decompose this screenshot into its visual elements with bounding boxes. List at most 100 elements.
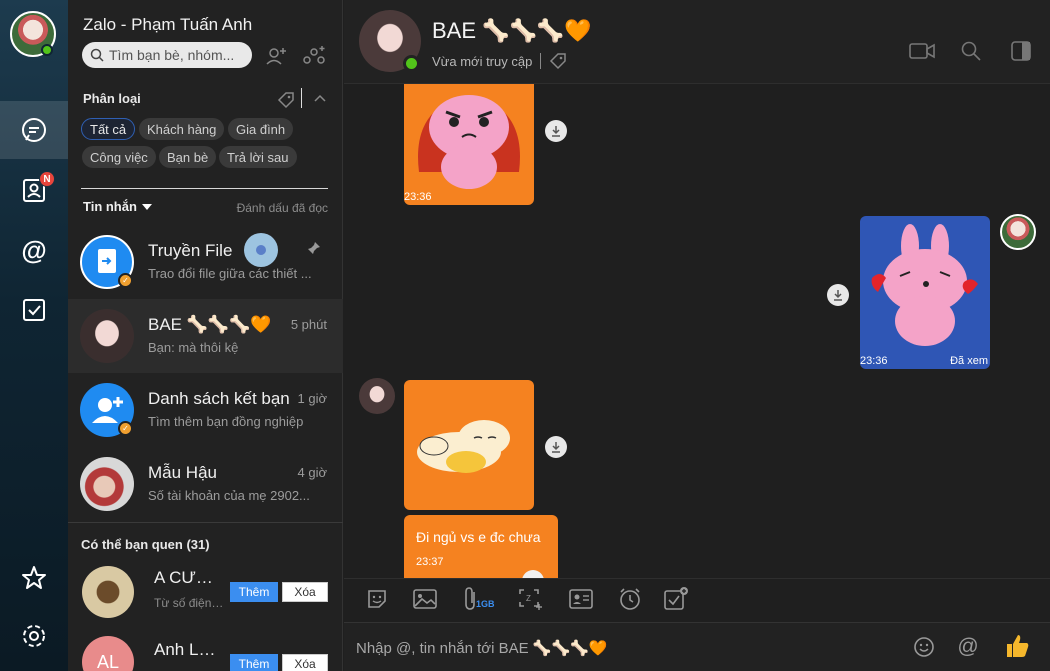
chat-area: BAE 🦴🦴🦴🧡 Vừa mới truy cập 23:36 23:36 Đã… — [344, 0, 1050, 671]
kissing-rabbit-sticker — [871, 224, 978, 346]
chip-customers[interactable]: Khách hàng — [139, 118, 225, 140]
online-indicator — [41, 44, 53, 56]
contact-status-row: Vừa mới truy cập — [432, 52, 567, 70]
download-button[interactable] — [827, 284, 849, 306]
suggestions-title: Có thể bạn quen (31) — [81, 537, 210, 552]
contacts-badge: N — [39, 171, 55, 187]
pin-icon — [307, 241, 321, 260]
tag-icon[interactable] — [549, 52, 567, 70]
video-camera-icon — [909, 43, 935, 59]
filter-divider — [81, 188, 328, 189]
reminder-button[interactable] — [616, 585, 644, 613]
emoji-button[interactable] — [911, 634, 937, 660]
conversation-item[interactable]: Mẫu Hậu 4 giờ Số tài khoản của mẹ 2902..… — [68, 447, 343, 521]
create-group-button[interactable] — [302, 44, 326, 68]
conversation-time: 5 phút — [290, 317, 327, 332]
contact-avatar-small — [359, 378, 395, 414]
app-title: Zalo - Phạm Tuấn Anh — [83, 15, 253, 34]
contact-status: Vừa mới truy cập — [432, 53, 533, 69]
message-list[interactable]: 23:36 23:36 Đã xem Đi ngủ vs e đc chưa 2… — [344, 84, 1050, 578]
message-input[interactable] — [356, 637, 896, 659]
video-call-button[interactable] — [909, 38, 935, 64]
download-button[interactable] — [545, 436, 567, 458]
header-divider — [301, 88, 302, 108]
rail-settings[interactable] — [0, 607, 68, 665]
message-time: 23:37 — [416, 556, 444, 568]
conversation-time: 1 giờ — [297, 391, 328, 406]
toggle-sidebar-button[interactable] — [1008, 38, 1034, 64]
chip-reply-later[interactable]: Trả lời sau — [219, 146, 297, 168]
add-friend-button[interactable]: Thêm — [230, 582, 278, 602]
image-button[interactable] — [411, 585, 439, 613]
rail-todo[interactable] — [0, 281, 68, 339]
mark-read-link[interactable]: Đánh dấu đã đọc — [237, 201, 328, 215]
conversation-item[interactable]: ✓ Truyền File Trao đổi file giữa các thi… — [68, 225, 343, 299]
caret-down-icon — [141, 203, 152, 210]
search-icon — [961, 41, 981, 61]
download-button[interactable] — [545, 120, 567, 142]
download-icon — [552, 126, 560, 137]
suggestion-name: A CƯỜNG — [154, 568, 216, 587]
add-friend-icon — [266, 48, 286, 65]
collapse-filter-button[interactable] — [308, 86, 332, 110]
text-message[interactable]: Đi ngủ vs e đc chưa 23:37 — [404, 515, 558, 578]
at-icon: @ — [957, 635, 979, 658]
sticker-message[interactable]: 23:36 Đã xem — [860, 216, 990, 369]
tag-manage-button[interactable] — [274, 88, 298, 112]
chevron-up-icon — [314, 94, 326, 102]
chip-family[interactable]: Gia đình — [228, 118, 294, 140]
bae-avatar — [80, 309, 134, 363]
conversation-name: Truyền File — [148, 241, 233, 260]
conversation-preview: Bạn: mà thôi kệ — [148, 340, 239, 355]
chip-all[interactable]: Tất cả — [81, 118, 136, 140]
screenshot-button[interactable]: Z — [516, 585, 544, 613]
contact-card-icon — [569, 589, 593, 609]
nav-rail: N @ — [0, 0, 68, 671]
rail-messages[interactable] — [0, 101, 68, 159]
suggestion-avatar: AL — [82, 636, 134, 671]
chip-friends[interactable]: Bạn bè — [159, 146, 217, 168]
sticker-message[interactable] — [404, 380, 534, 510]
search-input[interactable] — [109, 47, 249, 63]
rail-mentions[interactable]: @ — [0, 221, 68, 279]
sticker-icon — [368, 590, 386, 608]
remove-suggestion-button[interactable]: Xóa — [282, 654, 328, 671]
verified-badge: ✓ — [118, 421, 133, 436]
rail-contacts[interactable]: N — [0, 161, 68, 219]
add-friend-button[interactable] — [264, 44, 288, 68]
suggestion-name: Anh Long — [154, 640, 216, 659]
suggestion-item[interactable]: A CƯỜNG Từ số điện ... Thêm Xóa — [68, 556, 343, 626]
contact-name[interactable]: BAE 🦴🦴🦴🧡 — [432, 18, 592, 44]
suggestion-item[interactable]: AL Anh Long Thêm Xóa — [68, 626, 343, 671]
add-friend-button[interactable]: Thêm — [230, 654, 278, 671]
conversation-panel: Zalo - Phạm Tuấn Anh Phân loại Tất cả Kh… — [68, 0, 343, 671]
like-button[interactable] — [1002, 631, 1032, 661]
messages-tab[interactable]: Tin nhắn — [83, 199, 152, 214]
download-icon — [834, 290, 842, 301]
gear-icon — [23, 625, 45, 647]
verified-badge: ✓ — [118, 273, 133, 288]
rail-favorites[interactable] — [0, 549, 68, 607]
mention-button[interactable]: @ — [955, 634, 981, 660]
chip-work[interactable]: Công việc — [82, 146, 156, 168]
angry-rabbit-sticker — [418, 95, 520, 189]
search-chat-button[interactable] — [958, 38, 984, 64]
conversation-item[interactable]: ✓ Danh sách kết bạn 1 giờ Tìm thêm bạn đ… — [68, 373, 343, 447]
thumbs-up-icon — [1007, 635, 1029, 657]
business-card-button[interactable] — [567, 585, 595, 613]
sticker-button[interactable] — [363, 585, 391, 613]
search-box[interactable] — [82, 42, 252, 68]
my-avatar-small — [1000, 214, 1036, 250]
create-task-button[interactable] — [662, 585, 690, 613]
sticker-message[interactable]: 23:36 — [404, 84, 534, 205]
mau-hau-avatar — [80, 457, 134, 511]
conversation-name: Mẫu Hậu — [148, 463, 217, 482]
remove-suggestion-button[interactable]: Xóa — [282, 582, 328, 602]
message-time: 23:36 — [404, 191, 432, 203]
file-size-label: 1GB — [476, 599, 495, 609]
conversation-item-active[interactable]: BAE 🦴🦴🦴🧡 5 phút Bạn: mà thôi kệ — [68, 299, 343, 373]
at-icon: @ — [21, 234, 47, 265]
create-group-icon — [303, 46, 325, 64]
attach-file-button[interactable]: 1GB — [457, 585, 495, 613]
compose-toolbar: 1GB Z — [344, 578, 1050, 618]
